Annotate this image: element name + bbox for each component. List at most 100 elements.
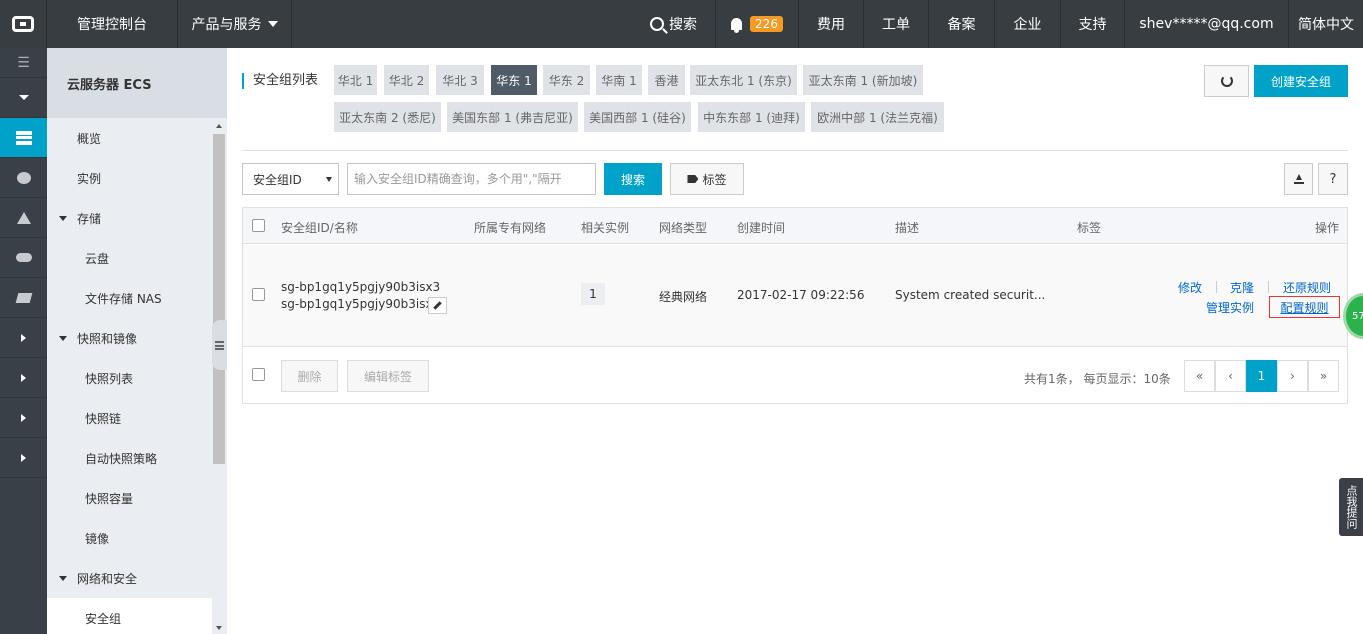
- restore-rules-link[interactable]: 还原规则: [1283, 279, 1331, 296]
- page-last-button[interactable]: »: [1308, 360, 1339, 392]
- notifications-button[interactable]: 226: [716, 0, 799, 48]
- language-menu[interactable]: 简体中文: [1289, 0, 1363, 48]
- search-button[interactable]: 搜索: [604, 163, 662, 195]
- sidebar-group[interactable]: 快照和镜像: [47, 318, 227, 358]
- rail-product-3[interactable]: [0, 198, 47, 238]
- user-account-menu[interactable]: shev*****@qq.com: [1125, 0, 1289, 48]
- fee-link[interactable]: 费用: [799, 0, 864, 48]
- col-network-type: 网络类型: [659, 221, 708, 235]
- sidebar-scrollbar[interactable]: [212, 118, 227, 634]
- rail-product-4[interactable]: [0, 238, 47, 278]
- rail-expand-4[interactable]: [0, 438, 47, 478]
- select-all-checkbox[interactable]: [252, 219, 265, 232]
- triangle-down-icon: [59, 335, 67, 341]
- top-search-button[interactable]: 搜索: [650, 14, 697, 34]
- sidebar-collapse-handle[interactable]: [212, 320, 227, 370]
- sidebar-item[interactable]: 自动快照策略: [47, 438, 227, 478]
- region-tab[interactable]: 亚太东南 2 (悉尼): [334, 102, 441, 132]
- clone-link[interactable]: 克隆: [1230, 279, 1254, 296]
- product-icon-rail: ☰: [0, 48, 47, 634]
- scrollbar-thumb[interactable]: [213, 134, 225, 464]
- help-button[interactable]: ?: [1318, 163, 1348, 195]
- edit-tags-button[interactable]: 编辑标签: [347, 360, 429, 392]
- region-tab[interactable]: 华北 1: [334, 65, 377, 95]
- enterprise-link[interactable]: 企业: [995, 0, 1061, 48]
- rail-product-5[interactable]: [0, 278, 47, 318]
- region-tab[interactable]: 华东 1: [491, 65, 537, 95]
- network-type: 经典网络: [659, 290, 708, 304]
- sidebar-item-label: 快照列表: [85, 371, 134, 386]
- footer-select-all-checkbox[interactable]: [252, 368, 265, 381]
- console-link[interactable]: 管理控制台: [47, 0, 178, 48]
- sidebar-item[interactable]: 快照链: [47, 398, 227, 438]
- megaphone-icon: [15, 292, 32, 303]
- instance-count[interactable]: 1: [581, 283, 605, 305]
- ask-question-tab[interactable]: 点我提问: [1339, 478, 1363, 536]
- triangle-right-icon: [21, 333, 26, 342]
- sidebar-item[interactable]: 快照容量: [47, 478, 227, 518]
- sidebar-group[interactable]: 网络和安全: [47, 558, 227, 598]
- region-tab[interactable]: 华东 2: [543, 65, 590, 95]
- sidebar-item-label: 实例: [77, 171, 102, 186]
- sidebar-item[interactable]: 安全组: [47, 598, 227, 634]
- page-1-button[interactable]: 1: [1246, 360, 1277, 392]
- region-tab[interactable]: 中东东部 1 (迪拜): [698, 102, 805, 132]
- rail-product-2[interactable]: [0, 158, 47, 198]
- sidebar-item[interactable]: 镜像: [47, 518, 227, 558]
- region-tab[interactable]: 美国东部 1 (弗吉尼亚): [447, 102, 578, 132]
- triangle-right-icon: [21, 453, 26, 462]
- beian-link[interactable]: 备案: [929, 0, 995, 48]
- rail-ecs-server[interactable]: [0, 118, 47, 158]
- edit-name-button[interactable]: [428, 297, 447, 314]
- notification-count-badge: 226: [750, 16, 783, 32]
- configure-rules-link[interactable]: 配置规则: [1269, 296, 1340, 318]
- page-first-button[interactable]: «: [1184, 360, 1215, 392]
- security-group-id[interactable]: sg-bp1gq1y5pgjy90b3isx3: [281, 280, 440, 294]
- scroll-up-icon[interactable]: [216, 124, 222, 128]
- rail-expand-3[interactable]: [0, 398, 47, 438]
- export-button[interactable]: [1284, 163, 1313, 195]
- aliyun-logo[interactable]: [0, 0, 47, 48]
- triangle-right-icon: [21, 373, 26, 382]
- ticket-link[interactable]: 工单: [864, 0, 929, 48]
- sidebar-item[interactable]: 实例: [47, 158, 227, 198]
- tag-filter-button[interactable]: 标签: [670, 163, 744, 195]
- manage-instances-link[interactable]: 管理实例: [1206, 299, 1254, 316]
- sidebar-group[interactable]: 存储: [47, 198, 227, 238]
- region-tab[interactable]: 亚太东南 1 (新加坡): [803, 65, 923, 95]
- tag-icon: [687, 175, 699, 183]
- hamburger-menu-icon[interactable]: ☰: [0, 48, 47, 78]
- triangle-down-icon: [59, 575, 67, 581]
- rail-collapse-toggle[interactable]: [0, 78, 47, 118]
- created-time: 2017-02-17 09:22:56: [737, 288, 865, 302]
- search-input[interactable]: [347, 163, 596, 195]
- refresh-button[interactable]: [1204, 65, 1249, 97]
- region-tab[interactable]: 华南 1: [596, 65, 642, 95]
- ops-separator: [1268, 281, 1269, 293]
- row-checkbox[interactable]: [252, 288, 265, 301]
- create-security-group-button[interactable]: 创建安全组: [1254, 65, 1348, 97]
- region-tab[interactable]: 美国西部 1 (硅谷): [584, 102, 691, 132]
- region-tab[interactable]: 香港: [648, 65, 685, 95]
- rail-expand-2[interactable]: [0, 358, 47, 398]
- region-tab[interactable]: 欧洲中部 1 (法兰克福): [811, 102, 944, 132]
- page-prev-button[interactable]: ‹: [1215, 360, 1246, 392]
- sidebar-item[interactable]: 概览: [47, 118, 227, 158]
- page-next-button[interactable]: ›: [1277, 360, 1308, 392]
- sidebar-item[interactable]: 文件存储 NAS: [47, 278, 227, 318]
- search-field-select[interactable]: 安全组ID: [242, 163, 339, 195]
- description: System created securit...: [895, 288, 1046, 302]
- chevron-down-icon: [267, 21, 278, 27]
- products-menu[interactable]: 产品与服务: [178, 0, 292, 48]
- sidebar-item[interactable]: 快照列表: [47, 358, 227, 398]
- scroll-down-icon[interactable]: [216, 626, 222, 630]
- refresh-icon: [1220, 75, 1233, 87]
- region-tab[interactable]: 华北 2: [384, 65, 429, 95]
- region-tab[interactable]: 亚太东北 1 (东京): [690, 65, 797, 95]
- delete-button[interactable]: 删除: [281, 360, 338, 392]
- sidebar-item[interactable]: 云盘: [47, 238, 227, 278]
- rail-expand-1[interactable]: [0, 318, 47, 358]
- support-link[interactable]: 支持: [1061, 0, 1125, 48]
- modify-link[interactable]: 修改: [1178, 279, 1202, 296]
- region-tab[interactable]: 华北 3: [436, 65, 484, 95]
